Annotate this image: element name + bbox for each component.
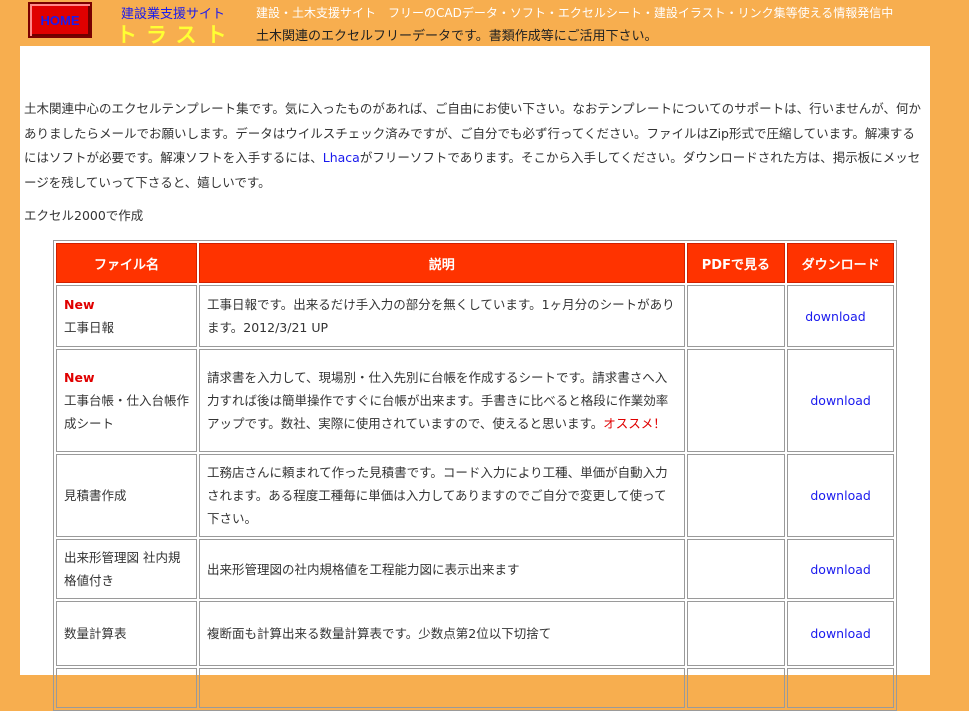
file-name: 見積書作成 xyxy=(64,488,127,503)
recommend-label: オススメ！ xyxy=(603,416,666,431)
file-name: 工事日報 xyxy=(64,320,115,335)
header-download: ダウンロード xyxy=(787,243,894,283)
download-cell xyxy=(787,668,894,708)
download-link[interactable]: download xyxy=(810,626,870,641)
file-name-cell: New 工事日報 xyxy=(56,285,198,347)
file-name-cell xyxy=(56,668,198,708)
description-cell: 請求書を入力して、現場別・仕入先別に台帳を作成するシートです。請求書さへ入力すれ… xyxy=(199,349,685,452)
pdf-cell xyxy=(686,668,786,708)
file-name-cell: 見積書作成 xyxy=(56,454,198,537)
site-header: HOME 建設業支援サイト トラスト 建設・土木支援サイト フリーのCADデータ… xyxy=(20,0,930,47)
file-name: 出来形管理図 社内規格値付き xyxy=(64,550,181,588)
description-text: 工事日報です。出来るだけ手入力の部分を無くしています。1ヶ月分のシートがあります… xyxy=(207,297,675,335)
page-subtitle: 土木関連のエクセルフリーデータです。書類作成等にご活用下さい。 xyxy=(256,29,658,44)
pdf-cell xyxy=(686,601,786,666)
new-badge: New xyxy=(64,370,95,385)
description-cell: 工務店さんに頼まれて作った見積書です。コード入力により工種、単価が自動入力されま… xyxy=(199,454,685,537)
table-row: 出来形管理図 社内規格値付き 出来形管理図の社内規格値を工程能力図に表示出来ます… xyxy=(56,539,894,599)
new-badge: New xyxy=(64,297,95,312)
lhaca-link[interactable]: Lhaca xyxy=(323,150,360,165)
description-text: 工務店さんに頼まれて作った見積書です。コード入力により工種、単価が自動入力されま… xyxy=(207,465,668,526)
download-link[interactable]: download xyxy=(810,562,870,577)
pdf-cell xyxy=(686,454,786,537)
download-cell: download xyxy=(787,601,894,666)
header-filename: ファイル名 xyxy=(56,243,198,283)
table-row: 見積書作成 工務店さんに頼まれて作った見積書です。コード入力により工種、単価が自… xyxy=(56,454,894,537)
description-text: 請求書を入力して、現場別・仕入先別に台帳を作成するシートです。請求書さへ入力すれ… xyxy=(207,370,669,431)
download-cell: download xyxy=(787,539,894,599)
description-cell: 複断面も計算出来る数量計算表です。少数点第2位以下切捨て xyxy=(199,601,685,666)
table-header-row: ファイル名 説明 PDFで見る ダウンロード xyxy=(56,243,894,283)
description-cell: 工事日報です。出来るだけ手入力の部分を無くしています。1ヶ月分のシートがあります… xyxy=(199,285,685,347)
download-cell: download xyxy=(787,454,894,537)
home-button[interactable]: HOME xyxy=(28,2,92,38)
download-cell: download xyxy=(787,349,894,452)
page-content: HOME 建設業支援サイト トラスト 建設・土木支援サイト フリーのCADデータ… xyxy=(20,0,930,711)
file-name-cell: 数量計算表 xyxy=(56,601,198,666)
description-text: 出来形管理図の社内規格値を工程能力図に表示出来ます xyxy=(207,561,520,577)
file-table: ファイル名 説明 PDFで見る ダウンロード New 工事日報 工事日報です。出来… xyxy=(53,240,897,711)
pdf-cell xyxy=(686,349,786,452)
pdf-cell xyxy=(686,539,786,599)
table-row: 数量計算表 複断面も計算出来る数量計算表です。少数点第2位以下切捨て downl… xyxy=(56,601,894,666)
home-area: HOME xyxy=(20,0,100,46)
download-link[interactable]: download xyxy=(810,488,870,503)
download-link[interactable]: download xyxy=(805,309,865,324)
table-row xyxy=(56,668,894,708)
header-tagline: 建設・土木支援サイト フリーのCADデータ・ソフト・エクセルシート・建設イラスト… xyxy=(256,6,894,20)
file-name: 工事台帳・仕入台帳作成シート xyxy=(64,393,190,431)
site-logo: トラスト xyxy=(116,23,236,47)
description-text: 複断面も計算出来る数量計算表です。少数点第2位以下切捨て xyxy=(207,626,552,641)
table-row: New 工事日報 工事日報です。出来るだけ手入力の部分を無くしています。1ヶ月分の… xyxy=(56,285,894,347)
header-pdf: PDFで見る xyxy=(686,243,786,283)
download-link[interactable]: download xyxy=(810,393,870,408)
made-with-note: エクセル2000で作成 xyxy=(24,208,144,223)
header-description: 説明 xyxy=(199,243,685,283)
pdf-cell xyxy=(686,285,786,347)
file-name: 数量計算表 xyxy=(64,626,127,641)
table-row: New 工事台帳・仕入台帳作成シート 請求書を入力して、現場別・仕入先別に台帳を作… xyxy=(56,349,894,452)
file-name-cell: New 工事台帳・仕入台帳作成シート xyxy=(56,349,198,452)
file-name-cell: 出来形管理図 社内規格値付き xyxy=(56,539,198,599)
download-cell: download xyxy=(787,285,894,347)
description-cell: 出来形管理図の社内規格値を工程能力図に表示出来ます xyxy=(199,539,685,599)
intro-paragraph: 土木関連中心のエクセルテンプレート集です。気に入ったものがあれば、ご自由にお使い… xyxy=(24,97,922,195)
description-cell xyxy=(199,668,685,708)
